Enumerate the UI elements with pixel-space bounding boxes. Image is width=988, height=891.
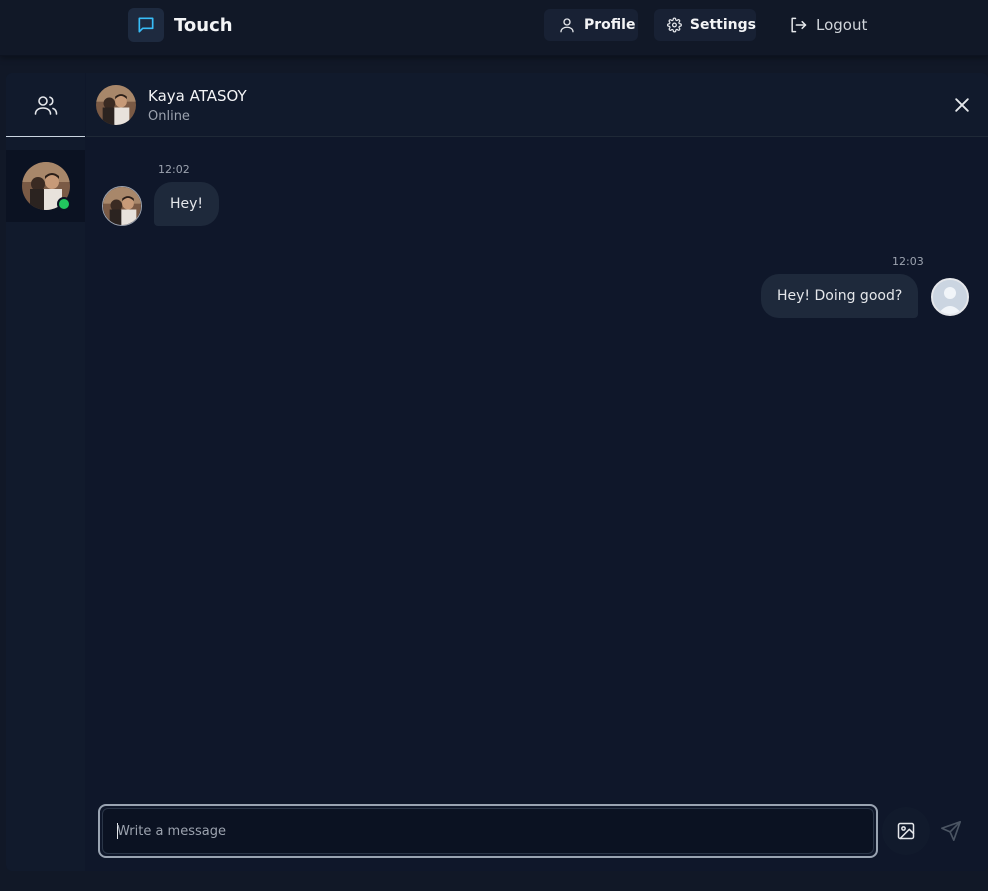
logout-icon (791, 17, 807, 33)
message-time: 12:02 (158, 163, 190, 176)
profile-button[interactable]: Profile (544, 9, 638, 41)
close-chat-button[interactable] (952, 95, 972, 115)
outgoing-message-bubble: Hey! Doing good? (761, 274, 919, 318)
avatar (102, 186, 142, 226)
brand[interactable]: Touch (128, 8, 233, 42)
app-name: Touch (174, 14, 233, 36)
settings-button[interactable]: Settings (654, 9, 756, 41)
gear-icon (667, 17, 682, 33)
message-composer (98, 804, 878, 858)
message-text: Hey! Doing good? (777, 288, 903, 304)
message-time: 12:03 (892, 255, 924, 268)
contact-list-item[interactable] (6, 150, 85, 222)
profile-label: Profile (584, 17, 636, 33)
settings-label: Settings (689, 17, 756, 33)
user-icon (560, 18, 574, 33)
tab-contacts[interactable] (6, 73, 85, 137)
chat-panel: Kaya ATASOY Online 12:02 Hey! 12:03 Hey!… (6, 73, 988, 871)
contact-status: Online (148, 109, 190, 124)
users-icon (34, 95, 57, 115)
contacts-sidebar (6, 73, 85, 871)
online-status-dot (57, 197, 71, 211)
send-button[interactable] (938, 818, 964, 844)
incoming-message-bubble: Hey! (154, 182, 220, 226)
conversation-header: Kaya ATASOY Online (86, 73, 988, 137)
logout-button[interactable]: Logout (786, 9, 876, 41)
conversation: Kaya ATASOY Online 12:02 Hey! 12:03 Hey!… (86, 73, 988, 871)
send-icon (941, 821, 961, 841)
message-text: Hey! (170, 196, 204, 212)
message-input[interactable] (117, 823, 873, 839)
default-avatar-icon (931, 278, 969, 316)
image-icon (897, 822, 915, 840)
avatar[interactable] (96, 85, 136, 125)
logout-label: Logout (816, 16, 868, 34)
chat-bubble-icon (128, 8, 164, 42)
close-icon (955, 98, 969, 112)
message-input-wrapper[interactable] (102, 808, 874, 854)
attach-image-button[interactable] (882, 807, 930, 855)
page-footer-strip (0, 871, 988, 891)
top-navbar: Touch Profile Settings Logout (0, 0, 988, 56)
contact-name: Kaya ATASOY (148, 87, 247, 105)
